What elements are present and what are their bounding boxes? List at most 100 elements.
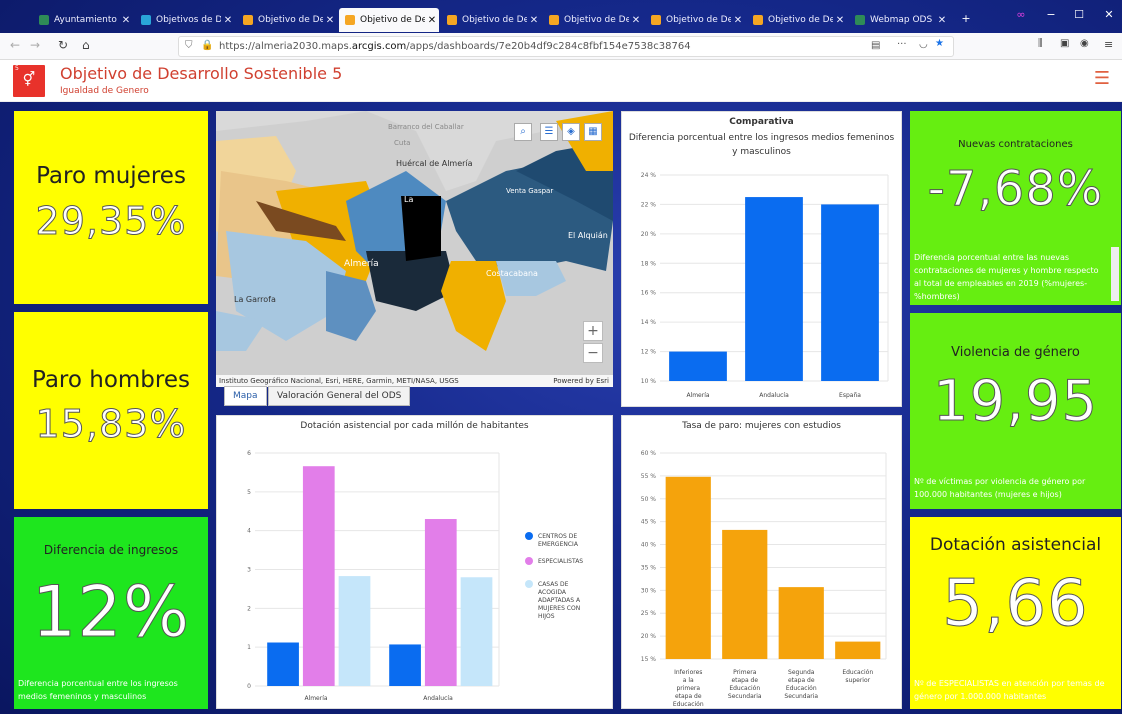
map-layers-icon[interactable]: ◈ (562, 123, 580, 141)
chart-plot: 0 1 2 3 4 5 6 Almería Andalucía CENTROS DEEMERGEN… (247, 450, 583, 702)
browser-tab[interactable]: Webmap ODS ✕ (849, 8, 949, 32)
y-tick-label: 24 % (641, 172, 657, 179)
library-icon[interactable]: ⫼ (1038, 38, 1043, 49)
x-tick-label: primera (676, 685, 700, 692)
tab-mapa[interactable]: Mapa (224, 386, 267, 406)
tab-title: Objetivo de Desa (768, 15, 833, 25)
browser-tab[interactable]: Objetivo de Desa✕ (237, 8, 337, 32)
legend-swatch (525, 557, 533, 565)
browser-tab[interactable]: Objetivos de De ✕ (135, 8, 235, 32)
tab-title: Webmap ODS (870, 15, 933, 25)
favicon-icon (855, 15, 865, 25)
sidebar-icon[interactable]: ▣ (1060, 38, 1069, 49)
x-tick-label: etapa de (788, 677, 815, 684)
pocket-icon[interactable]: ◡ (919, 39, 928, 50)
account-icon[interactable]: ◉ (1080, 38, 1089, 49)
map-label: Barranco del Caballar (388, 123, 464, 131)
y-tick-label: 10 % (641, 378, 657, 385)
map-label: La Garrofa (234, 295, 276, 304)
y-tick-label: 2 (247, 605, 251, 612)
x-tick-label: Secundaria (728, 693, 762, 700)
legend-label: EMERGENCIA (538, 541, 579, 548)
close-tab-icon[interactable]: ✕ (833, 15, 847, 26)
tab-strip: Ayuntamiento d ✕ Objetivos de De ✕ Objetivo … (0, 8, 1122, 32)
maximize-icon[interactable]: ☐ (1068, 8, 1090, 21)
reader-view-icon[interactable]: ▤ (871, 40, 880, 51)
page-title: Objetivo de Desarrollo Sostenible 5 (60, 64, 343, 83)
favicon-icon (651, 15, 661, 25)
map-view[interactable]: Barranco del Caballar Cuta Huércal de Al… (216, 111, 613, 387)
bookmark-star-icon[interactable]: ★ (935, 38, 944, 49)
legend-label: CENTROS DE (538, 533, 577, 540)
zoom-in-button[interactable]: + (583, 321, 603, 341)
zoom-out-button[interactable]: − (583, 343, 603, 363)
browser-tab[interactable]: Objetivo de Desa✕ (441, 8, 541, 32)
favicon-icon (141, 15, 151, 25)
back-icon[interactable]: ← (10, 38, 20, 52)
favicon-icon (243, 15, 253, 25)
browser-tab[interactable]: Objetivo de Desa✕ (339, 8, 439, 32)
close-tab-icon[interactable]: ✕ (323, 15, 337, 26)
bar (424, 519, 457, 686)
kpi-nuevas-contrataciones: Nuevas contrataciones -7,68% Diferencia … (910, 111, 1121, 305)
close-tab-icon[interactable]: ✕ (935, 15, 949, 26)
x-tick-label: Almería (686, 392, 709, 399)
page-actions-icon[interactable]: ··· (897, 39, 907, 50)
bar (669, 351, 727, 381)
kpi-title: Nuevas contrataciones (958, 139, 1073, 150)
browser-tab[interactable]: Ayuntamiento d ✕ (33, 8, 133, 32)
kpi-value: 29,35% (35, 199, 187, 244)
home-icon[interactable]: ⌂ (82, 38, 90, 52)
y-tick-label: 18 % (641, 260, 657, 267)
legend-label: ADAPTADAS A (538, 597, 581, 604)
dashboard-menu-icon[interactable]: ☰ (1094, 68, 1110, 89)
close-tab-icon[interactable]: ✕ (221, 15, 235, 26)
browser-tab[interactable]: Objetivo de Desa✕ (645, 8, 745, 32)
close-tab-icon[interactable]: ✕ (425, 15, 439, 26)
map-label: Costacabana (486, 269, 538, 278)
map-label: Venta Gaspar (506, 187, 554, 195)
favicon-icon (549, 15, 559, 25)
close-tab-icon[interactable]: ✕ (527, 15, 541, 26)
kpi-description: Nº de víctimas por violencia de género p… (914, 477, 1086, 499)
map-basemap-icon[interactable]: ▦ (584, 123, 602, 141)
y-tick-label: 4 (247, 528, 251, 535)
map-label: Almería (344, 259, 379, 269)
y-tick-label: 5 (247, 489, 251, 496)
tab-valoracion-general[interactable]: Valoración General del ODS (268, 386, 411, 406)
hamburger-menu-icon[interactable]: ≡ (1104, 38, 1113, 51)
bar (665, 476, 711, 659)
y-tick-label: 14 % (641, 319, 657, 326)
reload-icon[interactable]: ↻ (58, 38, 68, 52)
close-tab-icon[interactable]: ✕ (731, 15, 745, 26)
browser-tab[interactable]: Objetivo de Desa✕ (543, 8, 643, 32)
x-tick-label: etapa de (675, 693, 702, 700)
url-bar[interactable]: ⛉ 🔒 https://almeria2030.maps.arcgis.com/… (178, 36, 954, 57)
lock-icon: 🔒 (201, 40, 214, 51)
y-tick-label: 60 % (641, 450, 657, 457)
description-scrollbar[interactable] (1111, 247, 1119, 301)
y-tick-label: 16 % (641, 290, 657, 297)
tab-title: Objetivo de Desa (258, 15, 323, 25)
x-tick-label: Andalucía (759, 392, 789, 399)
powered-by-esri[interactable]: Powered by Esri (553, 377, 609, 385)
kpi-title: Violencia de género (951, 345, 1080, 360)
forward-icon[interactable]: → (30, 38, 40, 52)
navigation-bar: ← → ↻ ⌂ ⛉ 🔒 https://almeria2030.maps.arc… (0, 33, 1122, 60)
tab-title: Objetivos de De (156, 15, 221, 25)
map-canvas[interactable] (216, 111, 613, 387)
new-tab-button[interactable]: + (955, 12, 977, 25)
y-tick-label: 1 (247, 644, 251, 651)
close-tab-icon[interactable]: ✕ (629, 15, 643, 26)
map-legend-icon[interactable]: ☰ (540, 123, 558, 141)
kpi-violencia-genero: Violencia de género 19,95 Nº de víctimas… (910, 313, 1121, 509)
kpi-value: -7,68% (927, 161, 1104, 218)
kpi-dotacion-asistencial: Dotación asistencial 5,66 Nº de ESPECIAL… (910, 517, 1121, 709)
bar (267, 642, 299, 686)
close-tab-icon[interactable]: ✕ (119, 15, 133, 26)
browser-tab[interactable]: Objetivo de Desa✕ (747, 8, 847, 32)
x-tick-label: España (839, 392, 861, 399)
close-window-icon[interactable]: ✕ (1098, 8, 1120, 21)
map-search-icon[interactable]: ⌕ (514, 123, 532, 141)
minimize-icon[interactable]: − (1040, 8, 1062, 21)
